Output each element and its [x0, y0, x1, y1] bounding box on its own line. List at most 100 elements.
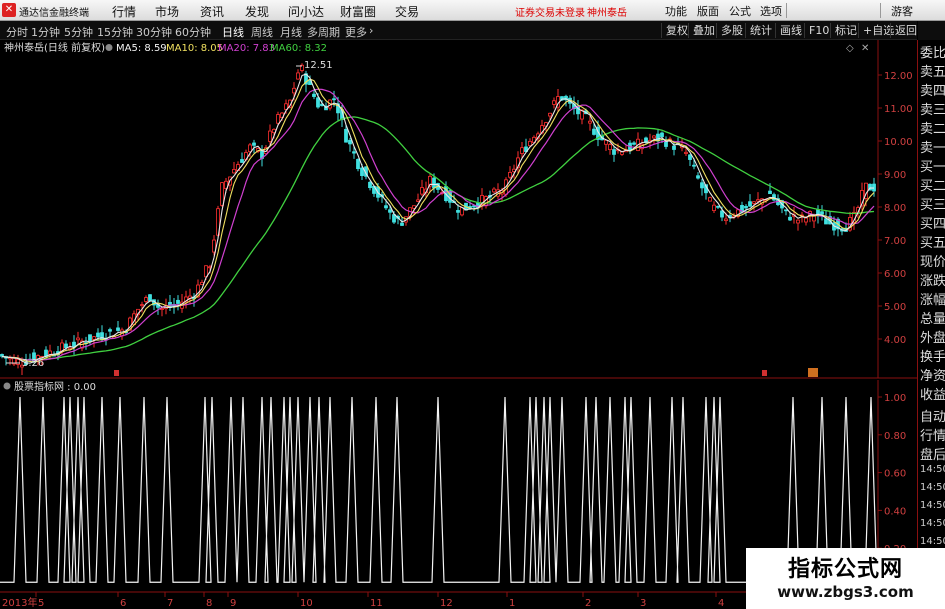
event-flag-icon[interactable]: [808, 368, 818, 377]
back-button[interactable]: 返回: [890, 23, 917, 38]
candle-body: [252, 142, 256, 146]
side-panel-item[interactable]: 净资: [920, 365, 945, 384]
side-panel-item[interactable]: 卖三: [920, 99, 945, 118]
mark-button[interactable]: 标记: [830, 23, 857, 38]
period-1min[interactable]: 1分钟: [31, 24, 60, 40]
indicator-settings-dot-icon[interactable]: [3, 382, 11, 390]
side-panel-item[interactable]: 总量: [920, 308, 945, 327]
period-15min[interactable]: 15分钟: [97, 24, 133, 40]
event-flag-icon[interactable]: [114, 370, 119, 376]
indicator-y-tick-label: 1.00: [884, 393, 906, 404]
period-monthly[interactable]: 月线: [280, 24, 302, 40]
side-panel-item[interactable]: 换手: [920, 346, 945, 365]
candle-body: [140, 304, 144, 306]
side-panel-item[interactable]: 买五: [920, 232, 945, 251]
side-panel-item[interactable]: 14:50: [920, 500, 945, 511]
side-panel-item[interactable]: 盘后: [920, 444, 945, 463]
candle-body: [392, 214, 396, 223]
candle-body: [64, 343, 68, 349]
menu-news[interactable]: 资讯: [200, 3, 224, 20]
side-panel-item[interactable]: 14:50: [920, 536, 945, 547]
x-axis-label: 7: [167, 598, 173, 609]
side-panel-item[interactable]: 卖二: [920, 118, 945, 137]
menu-quotes[interactable]: 行情: [112, 3, 136, 20]
settings-dot-icon[interactable]: [105, 44, 113, 51]
close-panel-icon[interactable]: ✕: [861, 43, 869, 54]
period-timeshare[interactable]: 分时: [6, 24, 28, 40]
period-multi[interactable]: 多周期: [307, 24, 340, 40]
side-panel-item[interactable]: 卖一: [920, 137, 945, 156]
side-panel-item[interactable]: 涨幅: [920, 289, 945, 308]
side-panel-item[interactable]: 涨跌: [920, 270, 945, 289]
candle-body: [48, 350, 52, 355]
candle-body: [116, 327, 120, 331]
menu-ask[interactable]: 问小达: [288, 3, 324, 20]
add-watchlist-button[interactable]: +自选: [858, 23, 894, 38]
indicator-y-tick-label: 0.80: [884, 431, 906, 442]
x-axis-label: 5: [38, 598, 44, 609]
menu-discover[interactable]: 发现: [245, 3, 269, 20]
period-more[interactable]: 更多: [345, 24, 367, 40]
more-chevron-icon[interactable]: ›: [369, 24, 373, 37]
side-panel-item[interactable]: 外盘: [920, 327, 945, 346]
menu-trade[interactable]: 交易: [395, 3, 419, 20]
y-tick-label: 11.00: [884, 104, 913, 115]
side-panel-item[interactable]: 14:50: [920, 518, 945, 529]
formula-button[interactable]: 公式: [729, 3, 751, 19]
side-panel-item[interactable]: 买一: [920, 156, 945, 175]
period-60min[interactable]: 60分钟: [175, 24, 211, 40]
side-panel-item[interactable]: 委比: [920, 42, 945, 61]
candle-body: [420, 187, 424, 195]
options-button[interactable]: 选项: [760, 3, 782, 19]
guest-button[interactable]: 游客: [891, 3, 913, 19]
low-price-marker: 3.26: [22, 358, 44, 369]
period-30min[interactable]: 30分钟: [136, 24, 172, 40]
ma60-label: MA60: 8.32: [270, 43, 327, 54]
period-weekly[interactable]: 周线: [251, 24, 273, 40]
side-panel-item[interactable]: 现价: [920, 251, 945, 270]
side-panel-item[interactable]: 自动: [920, 406, 945, 425]
side-panel-item[interactable]: 卖五: [920, 61, 945, 80]
candle-body: [456, 210, 460, 213]
adjust-button[interactable]: 复权: [661, 23, 688, 38]
side-panel-item[interactable]: 收益: [920, 384, 945, 403]
candle-body: [604, 139, 608, 145]
candle-body: [756, 199, 760, 202]
y-tick-label: 10.00: [884, 137, 913, 148]
event-flag-icon[interactable]: [762, 370, 767, 376]
candle-body: [768, 190, 772, 195]
candle-body: [552, 100, 556, 105]
price-chart-area[interactable]: 12.0011.0010.009.008.007.006.005.004.00 …: [0, 40, 917, 609]
multi-stock-button[interactable]: 多股: [716, 23, 743, 38]
period-daily[interactable]: 日线: [222, 24, 244, 40]
layout-button[interactable]: 版面: [697, 3, 719, 19]
diamond-icon[interactable]: ◇: [846, 43, 854, 54]
indicator-y-tick-label: 0.40: [884, 506, 906, 517]
candle-body: [804, 217, 808, 223]
candle-body: [148, 294, 152, 302]
side-panel-item[interactable]: 14:50: [920, 482, 945, 493]
y-tick-label: 7.00: [884, 236, 906, 247]
main-chart-label: 神州泰岳(日线 前复权): [4, 41, 105, 54]
f10-button[interactable]: F10: [804, 23, 829, 38]
x-axis-label: 9: [230, 598, 236, 609]
side-panel-item[interactable]: 行情: [920, 425, 945, 444]
function-button[interactable]: 功能: [665, 3, 687, 19]
statistics-button[interactable]: 统计: [745, 23, 772, 38]
ma20-label: MA20: 7.83: [218, 43, 275, 54]
candle-body: [368, 181, 372, 189]
candle-body: [652, 135, 656, 139]
side-panel-item[interactable]: 买四: [920, 213, 945, 232]
overlay-button[interactable]: 叠加: [688, 23, 715, 38]
period-5min[interactable]: 5分钟: [64, 24, 93, 40]
side-panel-item[interactable]: 买二: [920, 175, 945, 194]
draw-line-button[interactable]: 画线: [775, 23, 802, 38]
side-panel-item[interactable]: 14:50: [920, 464, 945, 475]
menu-separator: [880, 3, 881, 18]
side-panel-item[interactable]: 卖四: [920, 80, 945, 99]
menu-wealth[interactable]: 财富圈: [340, 3, 376, 20]
menu-market[interactable]: 市场: [155, 3, 179, 20]
side-panel-item[interactable]: 买三: [920, 194, 945, 213]
candle-body: [672, 145, 676, 150]
candle-body: [76, 337, 80, 341]
